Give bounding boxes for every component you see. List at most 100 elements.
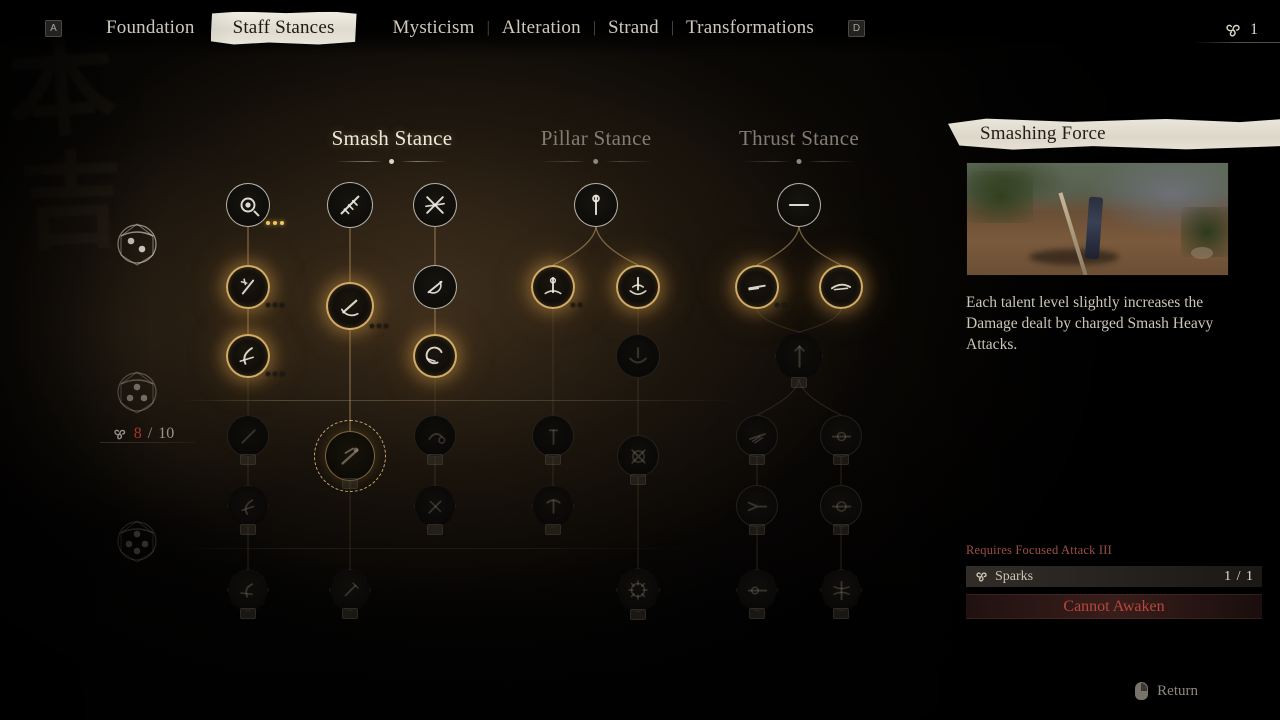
- node-base: [545, 454, 561, 465]
- talent-node[interactable]: [227, 569, 269, 619]
- node-base: [833, 454, 849, 465]
- node-rank-dot: [273, 303, 277, 307]
- node-icon-staff-orb-icon: [423, 424, 448, 449]
- talent-node[interactable]: [414, 415, 456, 465]
- talent-node[interactable]: [329, 569, 371, 619]
- node-icon-staff-curl-icon: [422, 343, 448, 369]
- node-disc: [820, 415, 862, 457]
- stance-header-label: Pillar Stance: [540, 126, 652, 150]
- talent-node[interactable]: [413, 334, 457, 378]
- awaken-button[interactable]: Cannot Awaken: [966, 594, 1262, 619]
- node-icon-thrust-bolt-icon: [745, 578, 770, 603]
- talent-description: Each talent level slightly increases the…: [966, 294, 1214, 354]
- node-rank-dot: [280, 303, 284, 307]
- node-disc: [777, 183, 821, 227]
- stance-header-pillar-stance[interactable]: Pillar Stance: [541, 126, 652, 165]
- node-disc: [735, 265, 779, 309]
- talent-requirement: Requires Focused Attack III: [966, 543, 1112, 557]
- node-rank-dot: [280, 372, 284, 376]
- talent-node[interactable]: [532, 415, 574, 465]
- node-disc: [616, 568, 660, 612]
- node-disc: [820, 569, 862, 611]
- tab-list: Foundation Staff Stances Mysticism | Alterat…: [62, 12, 824, 45]
- node-disc: [736, 415, 778, 457]
- node-rank-dots: [266, 372, 284, 376]
- talent-node[interactable]: [735, 265, 786, 309]
- talent-node[interactable]: [226, 334, 284, 378]
- return-prompt[interactable]: Return: [1135, 682, 1198, 700]
- talent-node[interactable]: [819, 265, 863, 309]
- tab-transformations[interactable]: Transformations: [676, 13, 824, 43]
- node-icon-pillar-wave-icon: [625, 274, 651, 300]
- spark-underline: [1193, 42, 1280, 43]
- node-icon-staff-coil-icon: [236, 494, 261, 519]
- key-hint-d[interactable]: D: [847, 19, 865, 37]
- node-disc: [226, 265, 270, 309]
- tab-staff-stances[interactable]: Staff Stances: [211, 12, 357, 45]
- node-icon-pillar-bowl-icon: [625, 343, 651, 369]
- node-base: [342, 608, 358, 619]
- talent-node[interactable]: [414, 485, 456, 535]
- node-base: [833, 524, 849, 535]
- node-disc: [736, 569, 778, 611]
- talent-node[interactable]: [820, 485, 862, 535]
- talent-node[interactable]: [736, 569, 778, 619]
- node-base: [240, 524, 256, 535]
- talent-node[interactable]: [327, 182, 373, 228]
- talent-node[interactable]: [227, 415, 269, 465]
- talent-tree: [0, 0, 930, 720]
- node-rank-dots: [571, 303, 582, 307]
- node-rank-dot: [384, 324, 388, 328]
- talent-node[interactable]: [226, 265, 284, 309]
- talent-node[interactable]: [531, 265, 582, 309]
- talent-node[interactable]: [413, 265, 457, 309]
- tab-strand[interactable]: Strand: [598, 13, 669, 43]
- talent-node[interactable]: [616, 334, 660, 378]
- talent-node[interactable]: [617, 435, 659, 485]
- stance-header-smash-stance[interactable]: Smash Stance: [332, 126, 453, 165]
- panel-body: Each talent level slightly increases the…: [966, 162, 1262, 356]
- panel-title: Smashing Force: [980, 123, 1106, 144]
- node-rank-dot: [273, 372, 277, 376]
- node-icon-staff-cross-icon: [423, 494, 448, 519]
- talent-node[interactable]: [736, 415, 778, 465]
- key-hint-a[interactable]: A: [45, 19, 62, 37]
- tab-foundation[interactable]: Foundation: [96, 13, 205, 43]
- talent-node[interactable]: [775, 332, 823, 388]
- node-disc: [736, 485, 778, 527]
- stance-header-thrust-stance[interactable]: Thrust Stance: [739, 126, 859, 165]
- talent-node[interactable]: [777, 183, 821, 227]
- node-disc: [532, 415, 574, 457]
- node-disc: [532, 485, 574, 527]
- talent-node[interactable]: [574, 183, 618, 227]
- node-disc: [413, 265, 457, 309]
- tab-separator: |: [670, 19, 675, 36]
- tab-alteration[interactable]: Alteration: [492, 13, 591, 43]
- talent-node[interactable]: [226, 183, 284, 227]
- talent-node[interactable]: [820, 415, 862, 465]
- tab-mysticism[interactable]: Mysticism: [383, 13, 485, 43]
- talent-node[interactable]: [326, 282, 388, 330]
- cost-separator: /: [1236, 568, 1242, 584]
- cost-max: 1: [1246, 568, 1254, 584]
- node-icon-thrust-burst-icon: [745, 494, 770, 519]
- talent-node[interactable]: [616, 265, 660, 309]
- talent-link: [552, 226, 597, 266]
- talent-node[interactable]: [616, 568, 660, 620]
- cost-current: 1: [1224, 568, 1233, 584]
- node-rank-dot: [266, 221, 270, 225]
- talent-node[interactable]: [314, 420, 386, 492]
- talent-node[interactable]: [820, 569, 862, 619]
- talent-node[interactable]: [736, 485, 778, 535]
- stance-header-underline: [332, 158, 453, 165]
- talent-link: [798, 226, 842, 266]
- talent-node[interactable]: [227, 485, 269, 535]
- node-rank-dot: [273, 221, 277, 225]
- talent-link: [756, 308, 800, 333]
- node-rank-dot: [775, 303, 779, 307]
- selection-ring: [314, 420, 386, 492]
- node-base: [791, 377, 807, 388]
- talent-node[interactable]: [532, 485, 574, 535]
- cost-amount: 1 / 1: [1224, 569, 1254, 585]
- talent-node[interactable]: [413, 183, 457, 227]
